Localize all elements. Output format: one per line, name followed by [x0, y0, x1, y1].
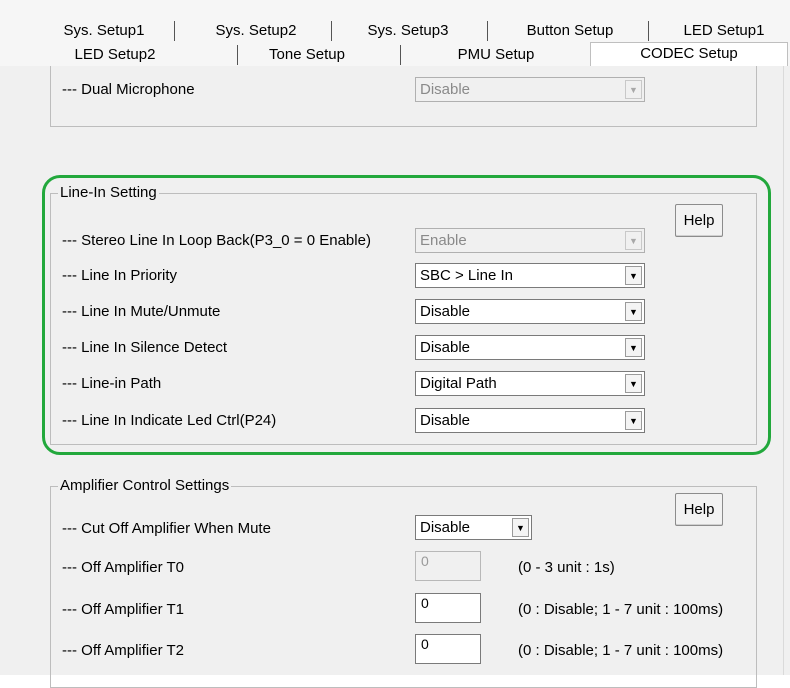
- amplifier-title: Amplifier Control Settings: [58, 477, 232, 494]
- off-amplifier-t0-hint: (0 - 3 unit : 1s): [518, 559, 615, 576]
- off-amplifier-t1-label: --- Off Amplifier T1: [62, 601, 184, 618]
- off-amplifier-t1-hint: (0 : Disable; 1 - 7 unit : 100ms): [518, 601, 724, 618]
- off-amplifier-t2-field[interactable]: 0: [415, 634, 481, 664]
- tab-pmu-setup[interactable]: PMU Setup: [432, 44, 560, 66]
- tab-divider: [400, 45, 401, 65]
- scrollbar[interactable]: [783, 66, 790, 675]
- dual-microphone-value: Disable: [420, 81, 471, 98]
- cut-off-amplifier-label: --- Cut Off Amplifier When Mute: [62, 520, 271, 537]
- dual-microphone-select[interactable]: Disable ▼: [415, 77, 645, 102]
- tab-led-setup1[interactable]: LED Setup1: [668, 20, 780, 42]
- cut-off-amplifier-value: Disable: [420, 519, 471, 536]
- tab-codec-setup[interactable]: CODEC Setup: [590, 42, 788, 67]
- chevron-down-icon: ▼: [625, 80, 642, 99]
- tab-sys-setup2[interactable]: Sys. Setup2: [200, 20, 312, 42]
- tab-tone-setup[interactable]: Tone Setup: [248, 44, 366, 66]
- tab-led-setup2[interactable]: LED Setup2: [52, 44, 178, 66]
- tab-strip: Sys. Setup1 Sys. Setup2 Sys. Setup3 Butt…: [0, 0, 790, 67]
- off-amplifier-t0-field[interactable]: 0: [415, 551, 481, 581]
- tab-divider: [237, 45, 238, 65]
- chevron-down-icon: ▼: [512, 518, 529, 537]
- tab-divider: [331, 21, 332, 41]
- off-amplifier-t0-value: 0: [421, 553, 429, 569]
- tab-divider: [487, 21, 488, 41]
- tab-sys-setup3[interactable]: Sys. Setup3: [352, 20, 464, 42]
- off-amplifier-t2-hint: (0 : Disable; 1 - 7 unit : 100ms): [518, 642, 724, 659]
- amplifier-help-button[interactable]: Help: [675, 493, 723, 526]
- cut-off-amplifier-select[interactable]: Disable ▼: [415, 515, 532, 540]
- tab-sys-setup1[interactable]: Sys. Setup1: [48, 20, 160, 42]
- off-amplifier-t1-value: 0: [421, 595, 429, 611]
- off-amplifier-t1-field[interactable]: 0: [415, 593, 481, 623]
- tab-divider: [174, 21, 175, 41]
- tab-button-setup[interactable]: Button Setup: [509, 20, 631, 42]
- highlight-outline: [42, 175, 771, 455]
- off-amplifier-t0-label: --- Off Amplifier T0: [62, 559, 184, 576]
- off-amplifier-t2-value: 0: [421, 636, 429, 652]
- dual-microphone-label: --- Dual Microphone: [62, 81, 195, 98]
- off-amplifier-t2-label: --- Off Amplifier T2: [62, 642, 184, 659]
- tab-divider: [648, 21, 649, 41]
